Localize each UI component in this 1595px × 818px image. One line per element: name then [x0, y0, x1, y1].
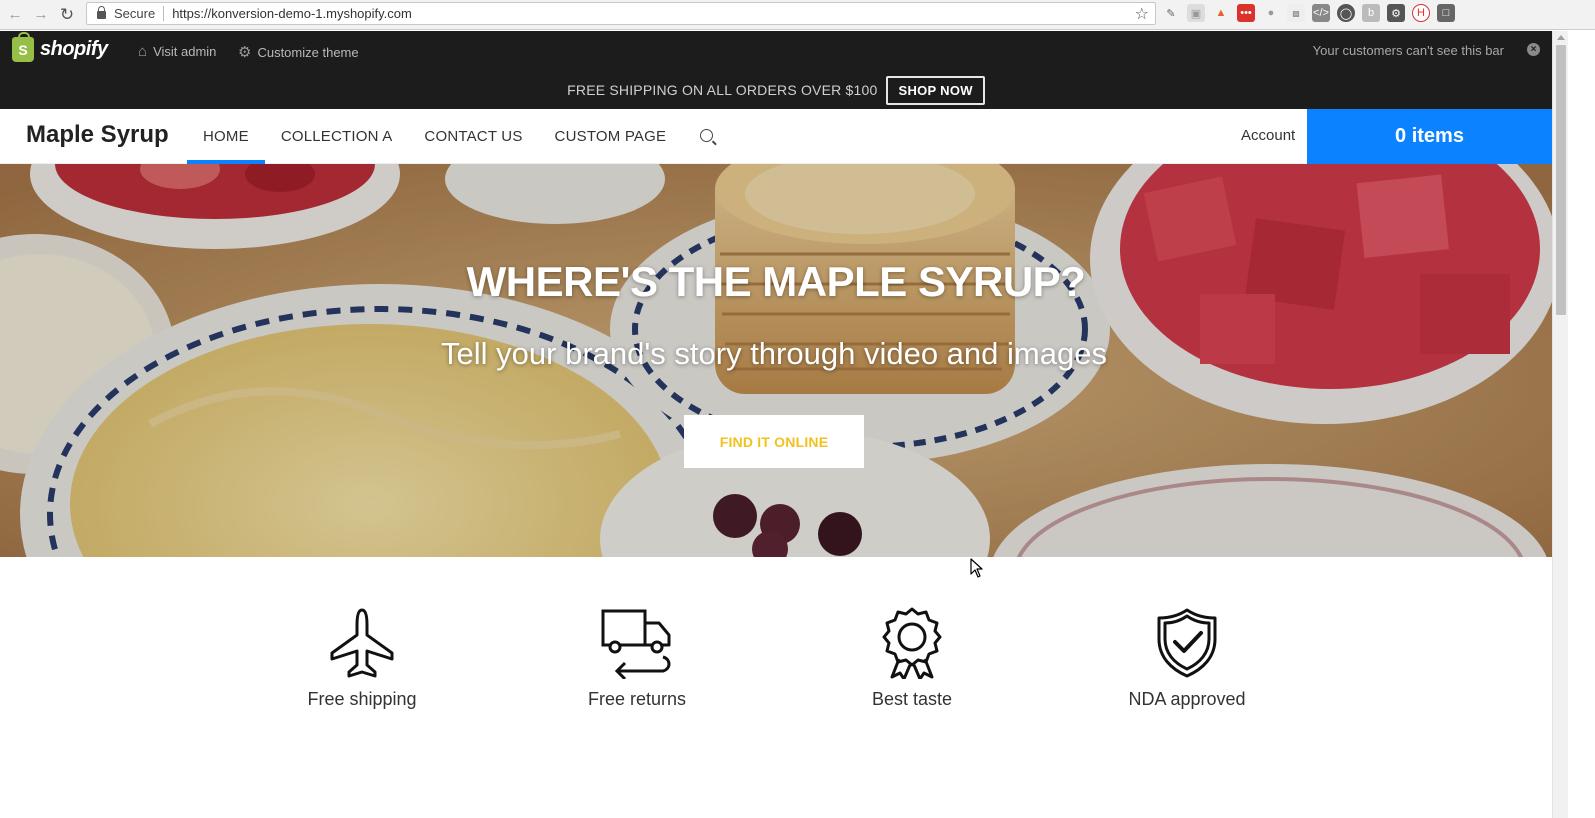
shopify-logo[interactable]: S shopify — [12, 32, 108, 62]
back-icon[interactable]: ← — [4, 4, 26, 26]
shopify-wordmark: shopify — [40, 38, 108, 60]
b-extension-icon[interactable]: b — [1362, 4, 1380, 22]
scroll-up-icon[interactable] — [1557, 35, 1565, 40]
nav-item-collection-a[interactable]: COLLECTION A — [265, 109, 409, 164]
account-link[interactable]: Account — [1241, 127, 1295, 144]
feature-free-returns: Free returns — [537, 607, 737, 710]
admin-bar-note: Your customers can't see this bar — [1312, 43, 1504, 58]
truck-return-icon — [601, 609, 671, 679]
mouse-cursor-icon — [970, 558, 983, 578]
bird-extension-icon[interactable]: ▲ — [1212, 4, 1230, 22]
search-icon[interactable] — [700, 129, 714, 142]
eyedropper-extension-icon[interactable]: ✎ — [1162, 4, 1180, 22]
forward-icon[interactable]: → — [30, 4, 52, 26]
find-it-online-button[interactable]: FIND IT ONLINE — [684, 415, 864, 468]
hero-subtitle: Tell your brand's story through video an… — [441, 336, 1107, 371]
features-section: Free shipping Free returns Best taste ND… — [0, 557, 1552, 818]
code-extension-icon[interactable]: </> — [1312, 4, 1330, 22]
feature-label: Free shipping — [307, 689, 417, 709]
secure-label: Secure — [114, 6, 156, 21]
star-icon[interactable]: ☆ — [1135, 4, 1149, 24]
visit-admin-label: Visit admin — [153, 44, 217, 59]
divider — [163, 6, 165, 21]
feature-nda-approved: NDA approved — [1087, 607, 1287, 710]
airplane-icon — [330, 608, 394, 678]
announcement-text: FREE SHIPPING ON ALL ORDERS OVER $100 — [567, 82, 878, 98]
main-nav: HOME COLLECTION A CONTACT US CUSTOM PAGE — [187, 109, 714, 164]
close-icon[interactable]: × — [1527, 43, 1540, 56]
nav-item-custom-page[interactable]: CUSTOM PAGE — [539, 109, 683, 164]
visit-admin-link[interactable]: ⌂ Visit admin — [138, 43, 216, 60]
feature-label: Free returns — [587, 689, 687, 709]
nav-item-home[interactable]: HOME — [187, 109, 265, 164]
gear-extension-icon[interactable]: ⚙ — [1387, 4, 1405, 22]
scroll-thumb[interactable] — [1556, 45, 1566, 315]
shop-now-button[interactable]: SHOP NOW — [886, 75, 985, 105]
store-header: Maple Syrup HOME COLLECTION A CONTACT US… — [0, 109, 1552, 164]
customize-theme-link[interactable]: ⚙ Customize theme — [238, 43, 359, 61]
feature-label: Best taste — [871, 689, 953, 709]
shopify-bag-icon: S — [12, 32, 34, 62]
feature-free-shipping: Free shipping — [262, 607, 462, 710]
gear-icon: ⚙ — [238, 44, 252, 61]
cart-button[interactable]: 0 items — [1307, 109, 1552, 164]
store-brand[interactable]: Maple Syrup — [26, 121, 169, 149]
cast-extension-icon[interactable]: ▣ — [1187, 4, 1205, 22]
shopify-admin-bar: S shopify ⌂ Visit admin ⚙ Customize them… — [0, 31, 1552, 71]
ghost-extension-icon[interactable]: ● — [1262, 4, 1280, 22]
feature-best-taste: Best taste — [812, 607, 1012, 710]
chart-extension-icon[interactable]: ▩ — [1287, 4, 1305, 22]
hero-banner: WHERE'S THE MAPLE SYRUP? Tell your brand… — [0, 164, 1552, 557]
browser-toolbar: ← → ↻ Secure https://konversion-demo-1.m… — [0, 0, 1595, 30]
address-bar[interactable]: Secure https://konversion-demo-1.myshopi… — [86, 2, 1156, 25]
announcement-bar: FREE SHIPPING ON ALL ORDERS OVER $100 SH… — [0, 71, 1552, 109]
lastpass-extension-icon[interactable]: ••• — [1237, 4, 1255, 22]
url-text[interactable]: https://konversion-demo-1.myshopify.com — [172, 6, 412, 21]
reload-icon[interactable]: ↻ — [56, 4, 78, 26]
nav-item-contact-us[interactable]: CONTACT US — [408, 109, 538, 164]
shield-check-icon — [1157, 608, 1217, 678]
lock-icon — [97, 6, 106, 19]
extension-tray: ✎ ▣ ▲ ••• ● ▩ </> ◯ b ⚙ H □ — [1162, 4, 1455, 22]
hero-title: WHERE'S THE MAPLE SYRUP? — [466, 258, 1086, 305]
feature-label: NDA approved — [1128, 689, 1246, 709]
home-icon: ⌂ — [138, 43, 148, 60]
circle-extension-icon[interactable]: ◯ — [1337, 4, 1355, 22]
window-extension-icon[interactable]: □ — [1437, 4, 1455, 22]
award-ribbon-icon — [882, 607, 942, 679]
page-scrollbar[interactable] — [1552, 31, 1568, 818]
customize-theme-label: Customize theme — [257, 44, 359, 60]
h-extension-icon[interactable]: H — [1412, 4, 1430, 22]
